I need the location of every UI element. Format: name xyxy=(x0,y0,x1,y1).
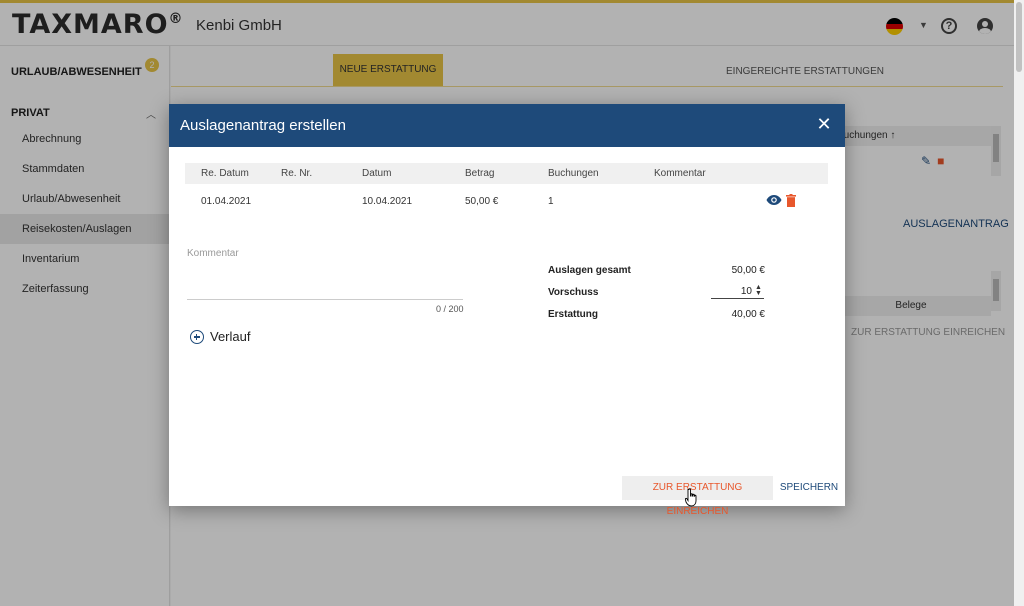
page-scrollbar[interactable] xyxy=(1014,0,1024,606)
column-header: Datum xyxy=(362,168,392,179)
cell-betrag: 50,00 € xyxy=(465,196,499,207)
plus-circle-icon xyxy=(190,330,204,344)
eye-icon[interactable] xyxy=(766,194,782,206)
column-header: Re. Datum xyxy=(201,168,249,179)
auslagen-gesamt-value: 50,00 € xyxy=(731,265,765,276)
column-header: Buchungen xyxy=(548,168,599,179)
column-header: Kommentar xyxy=(654,168,706,179)
character-counter: 0 / 200 xyxy=(436,304,464,314)
save-button[interactable]: SPEICHERN xyxy=(779,476,839,500)
erstattung-label: Erstattung xyxy=(548,309,598,320)
cell-buchungen: 1 xyxy=(548,196,554,207)
kommentar-underline xyxy=(187,299,463,300)
vorschuss-label: Vorschuss xyxy=(548,287,599,298)
auslagen-gesamt-label: Auslagen gesamt xyxy=(548,265,631,276)
expense-table-header: Re. Datum Re. Nr. Datum Betrag Buchungen… xyxy=(185,163,828,184)
column-header: Betrag xyxy=(465,168,495,179)
cell-datum: 10.04.2021 xyxy=(362,196,413,207)
auslagenantrag-dialog: Auslagenantrag erstellen ✕ Re. Datum Re.… xyxy=(169,104,845,517)
kommentar-field[interactable]: Kommentar xyxy=(187,248,239,259)
dialog-title: Auslagenantrag erstellen xyxy=(180,117,346,134)
hand-cursor-icon xyxy=(685,488,697,507)
number-stepper-icon[interactable]: ▲ ▼ xyxy=(755,284,762,297)
erstattung-value: 40,00 € xyxy=(731,309,765,320)
trash-icon[interactable] xyxy=(786,194,796,207)
verlauf-label: Verlauf xyxy=(210,329,251,344)
column-header: Re. Nr. xyxy=(281,168,313,179)
close-icon[interactable]: ✕ xyxy=(815,115,833,133)
cell-re-datum: 01.04.2021 xyxy=(201,196,252,207)
dialog-header: Auslagenantrag erstellen ✕ xyxy=(169,104,845,147)
